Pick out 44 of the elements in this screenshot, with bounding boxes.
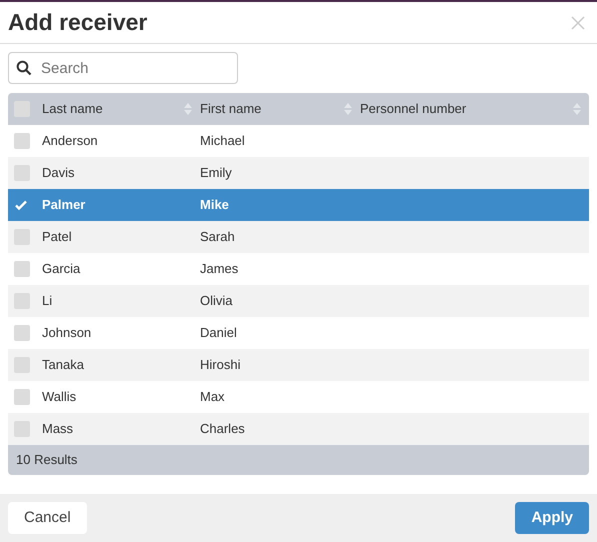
table-cell: Michael	[200, 133, 245, 148]
table-row[interactable]: Li Olivia	[8, 285, 589, 317]
results-count: 10 Results	[16, 451, 78, 470]
table-cell: Li	[42, 293, 52, 308]
table-row[interactable]: Davis Emily	[8, 157, 589, 189]
cancel-button[interactable]: Cancel	[8, 502, 87, 534]
checkbox[interactable]	[14, 261, 30, 277]
table-cell: Charles	[200, 421, 245, 436]
table-cell: Mass	[42, 421, 74, 436]
table-cell: Davis	[42, 165, 75, 180]
column-header[interactable]: First name	[200, 99, 262, 119]
table-cell: Wallis	[42, 389, 76, 404]
column-header[interactable]: Last name	[42, 99, 103, 119]
search-icon	[16, 60, 32, 76]
table-cell: Daniel	[200, 325, 237, 340]
close-icon[interactable]	[571, 16, 585, 30]
sort-icon[interactable]	[184, 103, 192, 115]
search-field[interactable]: Search	[8, 52, 238, 84]
sort-icon[interactable]	[573, 103, 581, 115]
table-cell: Olivia	[200, 293, 233, 308]
column-header[interactable]: Personnel number	[360, 99, 466, 119]
table-row[interactable]: Patel Sarah	[8, 221, 589, 253]
checkbox[interactable]	[14, 133, 30, 149]
table-row[interactable]: Palmer Mike	[8, 189, 589, 221]
table-row[interactable]: Mass Charles	[8, 413, 589, 445]
table-cell: Patel	[42, 229, 72, 244]
table-cell: Tanaka	[42, 357, 84, 372]
table-cell: Mike	[200, 197, 229, 212]
table-cell: Anderson	[42, 133, 98, 148]
table-cell: Max	[200, 389, 225, 404]
table-cell: Johnson	[42, 325, 92, 340]
table-row[interactable]: Tanaka Hiroshi	[8, 349, 589, 381]
table-cell: Sarah	[200, 229, 235, 244]
checkbox[interactable]	[14, 389, 30, 405]
table-cell: Hiroshi	[200, 357, 240, 372]
checkmark-icon[interactable]	[14, 198, 28, 212]
table-cell: Garcia	[42, 261, 80, 276]
sort-icon[interactable]	[344, 103, 352, 115]
table-cell: Palmer	[42, 197, 86, 212]
dialog-title: Add receiver	[8, 8, 148, 38]
apply-button[interactable]: Apply	[515, 502, 589, 534]
table-cell: Emily	[200, 165, 232, 180]
checkbox[interactable]	[14, 325, 30, 341]
table-cell: James	[200, 261, 238, 276]
